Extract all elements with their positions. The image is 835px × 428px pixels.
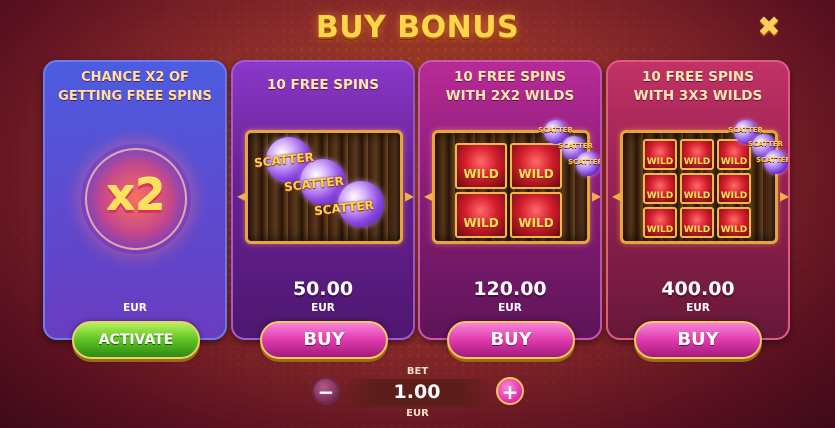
card-title: 10 FREE SPINS bbox=[233, 76, 413, 95]
buy-button-free-spins[interactable]: BUY bbox=[260, 321, 388, 359]
scatter-label: SCATTER bbox=[558, 142, 593, 150]
wild-heart-icon: WILD bbox=[717, 173, 751, 204]
decrease-bet-button[interactable]: − bbox=[312, 377, 340, 405]
wild-heart-icon: WILD bbox=[455, 143, 507, 189]
card-3x3-wilds: 10 FREE SPINS WITH 3X3 WILDS WILD WILD W… bbox=[606, 60, 790, 340]
card-price: 400.00 bbox=[661, 278, 735, 300]
activate-button[interactable]: ACTIVATE bbox=[72, 321, 200, 359]
scatter-label: SCATTER bbox=[728, 126, 763, 134]
card-title-line: GETTING FREE SPINS bbox=[58, 89, 212, 104]
card-currency: EUR bbox=[123, 302, 147, 314]
scatter-label: SCATTER bbox=[568, 158, 602, 166]
card-10-free-spins: 10 FREE SPINS SCATTER SCATTER SCATTER ◀ … bbox=[231, 60, 415, 340]
card-2x2-wilds: 10 FREE SPINS WITH 2X2 WILDS WILD WILD W… bbox=[418, 60, 602, 340]
wild-heart-icon: WILD bbox=[455, 192, 507, 238]
card-title: 10 FREE SPINS WITH 2X2 WILDS bbox=[420, 68, 600, 106]
card-price: 50.00 bbox=[292, 278, 354, 300]
wild-heart-icon: WILD bbox=[510, 192, 562, 238]
reel-preview: SCATTER SCATTER SCATTER bbox=[245, 130, 403, 244]
wild-heart-icon: WILD bbox=[643, 173, 677, 204]
card-title-line: WITH 3X3 WILDS bbox=[633, 88, 763, 104]
card-currency: EUR bbox=[498, 302, 522, 314]
wild-heart-icon: WILD bbox=[643, 139, 677, 170]
card-title: 10 FREE SPINS WITH 3X3 WILDS bbox=[608, 68, 788, 106]
card-title: CHANCE X2 OF GETTING FREE SPINS bbox=[45, 68, 225, 106]
wild-heart-icon: WILD bbox=[643, 207, 677, 238]
card-currency: EUR bbox=[311, 302, 335, 314]
x2-multiplier-text: x2 bbox=[106, 170, 166, 221]
arrow-right-icon: ▶ bbox=[592, 189, 602, 203]
buy-button-3x3-wilds[interactable]: BUY bbox=[634, 321, 762, 359]
card-title-line: 10 FREE SPINS bbox=[642, 69, 754, 85]
bet-label: BET bbox=[406, 366, 429, 377]
card-currency: EUR bbox=[686, 302, 710, 314]
wild-heart-icon: WILD bbox=[717, 207, 751, 238]
card-title-line: 10 FREE SPINS bbox=[454, 69, 566, 85]
increase-bet-button[interactable]: + bbox=[496, 377, 524, 405]
arrow-left-icon: ◀ bbox=[237, 189, 247, 203]
arrow-left-icon: ◀ bbox=[612, 189, 622, 203]
arrow-left-icon: ◀ bbox=[424, 189, 434, 203]
bet-value: 1.00 bbox=[393, 381, 441, 403]
scatter-label: SCATTER bbox=[538, 126, 573, 134]
x2-multiplier-icon: x2 bbox=[81, 144, 191, 254]
wild-heart-icon: WILD bbox=[680, 139, 714, 170]
card-price: 120.00 bbox=[473, 278, 547, 300]
card-x2-chance: CHANCE X2 OF GETTING FREE SPINS x2 EUR bbox=[43, 60, 227, 340]
wild-grid: WILD WILD WILD WILD bbox=[455, 143, 562, 238]
card-title-line: CHANCE X2 OF bbox=[81, 70, 189, 85]
close-icon[interactable]: ✖ bbox=[756, 13, 782, 41]
buy-button-2x2-wilds[interactable]: BUY bbox=[447, 321, 575, 359]
arrow-right-icon: ▶ bbox=[405, 189, 415, 203]
wild-grid: WILD WILD WILD WILD WILD WILD WILD WILD … bbox=[643, 139, 751, 238]
wild-heart-icon: WILD bbox=[510, 143, 562, 189]
card-title-line: WITH 2X2 WILDS bbox=[445, 88, 575, 104]
wild-heart-icon: WILD bbox=[680, 207, 714, 238]
bet-currency: EUR bbox=[406, 408, 429, 419]
wild-heart-icon: WILD bbox=[680, 173, 714, 204]
page-title: BUY BONUS bbox=[315, 10, 520, 45]
card-title-line: 10 FREE SPINS bbox=[267, 77, 379, 93]
arrow-right-icon: ▶ bbox=[780, 189, 790, 203]
scatter-label: SCATTER bbox=[756, 156, 790, 164]
scatter-label: SCATTER bbox=[748, 140, 783, 148]
